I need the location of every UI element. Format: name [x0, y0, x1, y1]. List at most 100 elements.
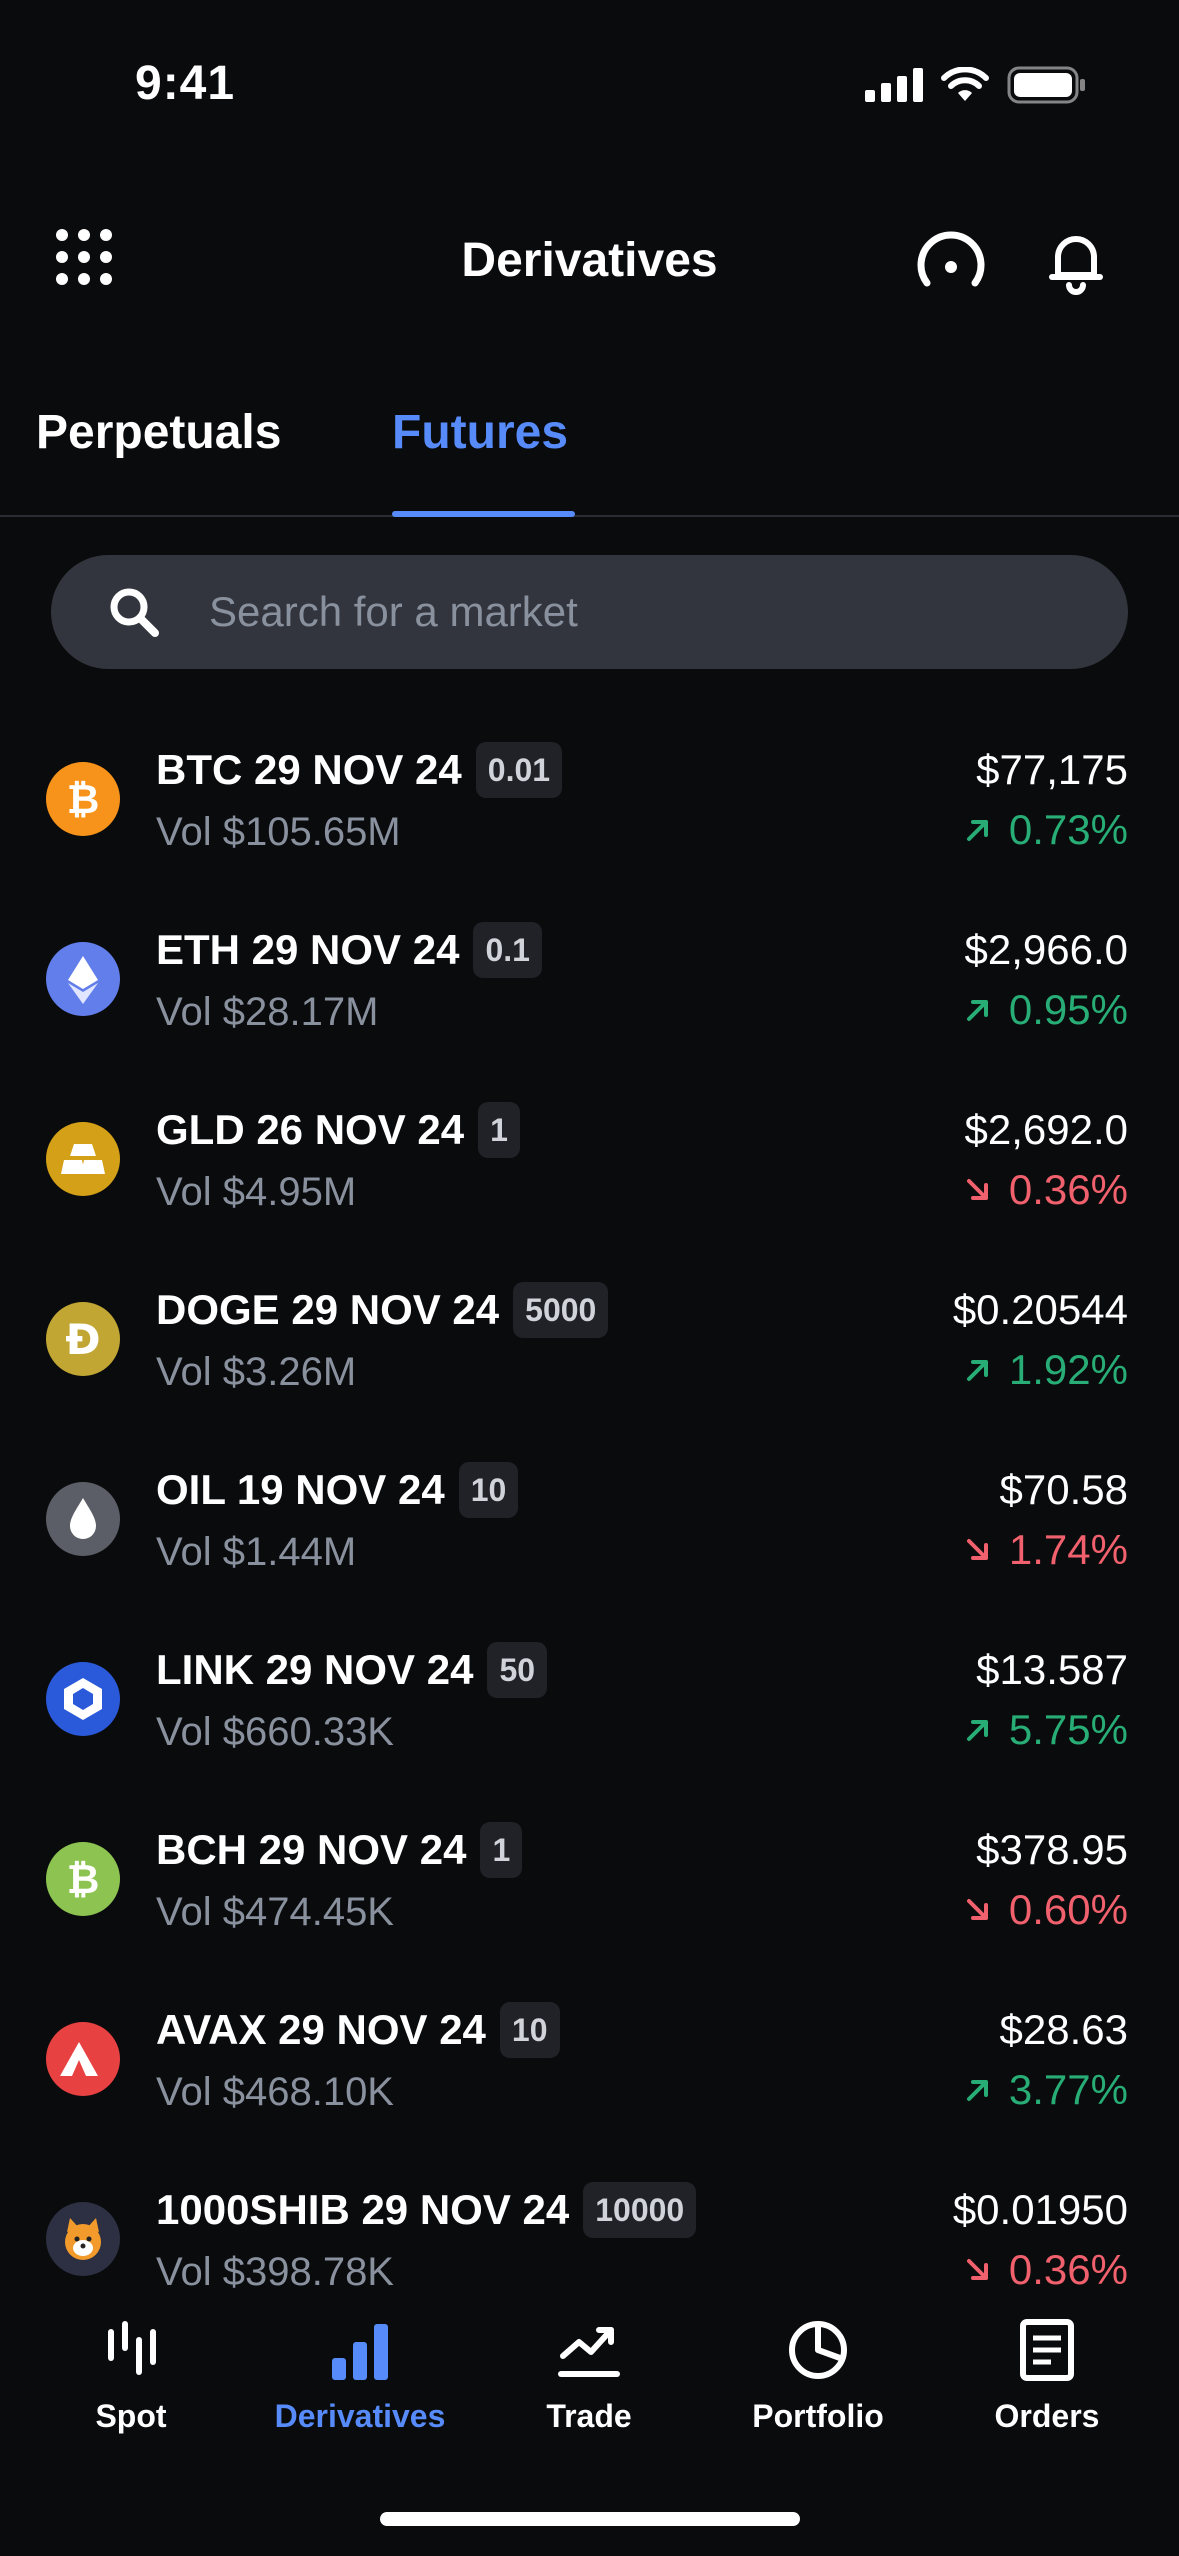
status-bar: 9:41: [0, 0, 1179, 175]
active-tab-indicator: [392, 511, 575, 517]
contract-size-badge: 1: [478, 1102, 520, 1158]
nav-derivatives[interactable]: Derivatives: [260, 2318, 460, 2435]
market-type-tabs: Perpetuals Futures: [0, 385, 1179, 517]
nav-label: Derivatives: [274, 2398, 446, 2434]
gold-bar-icon: [46, 1122, 120, 1196]
market-row[interactable]: 1000SHIB 29 NOV 24 10000 Vol $398.78K $0.01…: [0, 2160, 1179, 2298]
tab-futures[interactable]: Futures: [392, 405, 568, 460]
contract-size-badge: 50: [487, 1642, 548, 1698]
bitcoin-cash-icon: ₿: [46, 1842, 120, 1916]
nav-label: Trade: [546, 2398, 632, 2434]
wifi-icon: [941, 67, 989, 101]
oil-drop-icon: [46, 1482, 120, 1556]
battery-icon: [1007, 66, 1085, 104]
market-volume: Vol $660.33K: [156, 1710, 394, 1754]
arrow-down-right-icon: [966, 1179, 988, 1200]
price-change: 5.75%: [965, 1706, 1128, 1754]
spot-icon: [108, 2321, 156, 2375]
bitcoin-icon: ₿: [46, 762, 120, 836]
trend-icon: [558, 2327, 620, 2377]
chainlink-icon: [46, 1662, 120, 1736]
market-row[interactable]: Đ DOGE 29 NOV 24 5000 Vol $3.26M $0.20544 1.9…: [0, 1260, 1179, 1440]
market-name: AVAX 29 NOV 24: [156, 2006, 486, 2053]
market-price: $378.95: [976, 1826, 1128, 1873]
nav-orders[interactable]: Orders: [947, 2318, 1147, 2435]
market-name: GLD 26 NOV 24: [156, 1106, 465, 1153]
contract-size-badge: 5000: [513, 1282, 609, 1338]
price-change: 0.95%: [965, 986, 1128, 1034]
market-price: $2,966.0: [964, 926, 1129, 973]
market-row[interactable]: GLD 26 NOV 24 1 Vol $4.95M $2,692.0 0.36%: [0, 1080, 1179, 1260]
gauge-button[interactable]: [915, 227, 987, 299]
market-price: $0.20544: [952, 1286, 1128, 1333]
contract-size-badge: 1: [480, 1822, 523, 1878]
price-change-value: 0.36%: [1008, 1166, 1128, 1213]
home-indicator: [380, 2512, 800, 2526]
market-price: $28.63: [999, 2006, 1128, 2053]
price-change-value: 0.36%: [1008, 2246, 1128, 2293]
contract-size-badge: 0.1: [473, 922, 542, 978]
document-icon: [1020, 2319, 1074, 2381]
market-price: $13.587: [976, 1646, 1128, 1693]
price-change: 0.73%: [965, 806, 1128, 854]
market-row[interactable]: LINK 29 NOV 24 50 Vol $660.33K $13.587 5.75%: [0, 1620, 1179, 1800]
price-change: 0.60%: [965, 1886, 1128, 1934]
market-name: ETH 29 NOV 24: [156, 926, 460, 973]
market-row[interactable]: AVAX 29 NOV 24 10 Vol $468.10K $28.63 3.77%: [0, 1980, 1179, 2160]
arrow-up-right-icon: [966, 1720, 988, 1741]
market-volume: Vol $474.45K: [156, 1890, 394, 1934]
avalanche-icon: [46, 2022, 120, 2096]
market-name-group: 1000SHIB 29 NOV 24 10000: [156, 2182, 697, 2238]
nav-spot[interactable]: Spot: [31, 2318, 231, 2435]
price-change: 3.77%: [965, 2066, 1128, 2114]
contract-size-badge: 10: [499, 2002, 560, 2058]
nav-trade[interactable]: Trade: [489, 2318, 689, 2435]
shiba-icon: [46, 2202, 120, 2276]
contract-size-badge: 0.01: [475, 742, 563, 798]
price-change: 1.92%: [965, 1346, 1128, 1394]
contract-size-badge: 10000: [583, 2182, 697, 2238]
page-title: Derivatives: [461, 234, 718, 287]
market-volume: Vol $1.44M: [156, 1530, 357, 1574]
top-bar: Derivatives: [0, 195, 1179, 325]
market-list[interactable]: ₿ BTC 29 NOV 24 0.01 Vol $105.65M $77,175 0.7…: [0, 720, 1179, 2298]
market-volume: Vol $105.65M: [156, 810, 401, 854]
market-row[interactable]: ₿ BCH 29 NOV 24 1 Vol $474.45K $378.95 0.60%: [0, 1800, 1179, 1980]
market-volume: Vol $4.95M: [156, 1170, 357, 1214]
market-row[interactable]: ₿ BTC 29 NOV 24 0.01 Vol $105.65M $77,175 0.7…: [0, 720, 1179, 900]
market-row[interactable]: OIL 19 NOV 24 10 Vol $1.44M $70.58 1.74%: [0, 1440, 1179, 1620]
notifications-button[interactable]: [1040, 225, 1112, 297]
status-icons: [865, 66, 1087, 104]
gauge-icon: [917, 231, 985, 287]
market-row[interactable]: ETH 29 NOV 24 0.1 Vol $28.17M $2,966.0 0.95%: [0, 900, 1179, 1080]
market-name: DOGE 29 NOV 24: [156, 1286, 500, 1333]
svg-text:₿: ₿: [67, 1857, 100, 1903]
arrow-down-right-icon: [966, 1539, 988, 1560]
market-name-group: LINK 29 NOV 24 50: [156, 1642, 548, 1698]
market-name: BCH 29 NOV 24: [156, 1826, 467, 1873]
nav-label: Orders: [994, 2398, 1100, 2434]
price-change-value: 5.75%: [1008, 1706, 1128, 1753]
search-bar[interactable]: [51, 555, 1128, 669]
contract-size-badge: 10: [458, 1462, 519, 1518]
arrow-up-right-icon: [966, 1000, 988, 1021]
arrow-down-right-icon: [966, 1899, 988, 1920]
market-volume: Vol $3.26M: [156, 1350, 357, 1394]
market-volume: Vol $398.78K: [156, 2250, 394, 2294]
market-name: BTC 29 NOV 24: [156, 746, 462, 793]
market-name-group: ETH 29 NOV 24 0.1: [156, 922, 542, 978]
arrow-up-right-icon: [966, 820, 988, 841]
ethereum-icon: [46, 942, 120, 1016]
bell-icon: [1049, 236, 1103, 295]
nav-portfolio[interactable]: Portfolio: [718, 2318, 918, 2435]
market-volume: Vol $468.10K: [156, 2070, 394, 2114]
arrow-up-right-icon: [966, 1360, 988, 1381]
market-name: OIL 19 NOV 24: [156, 1466, 445, 1513]
tab-perpetuals[interactable]: Perpetuals: [36, 405, 281, 460]
price-change-value: 3.77%: [1008, 2066, 1128, 2113]
arrow-down-right-icon: [966, 2259, 988, 2280]
market-name: LINK 29 NOV 24: [156, 1646, 474, 1693]
price-change: 0.36%: [965, 1166, 1128, 1214]
search-input[interactable]: [209, 555, 1089, 669]
market-price: $77,175: [976, 746, 1128, 793]
